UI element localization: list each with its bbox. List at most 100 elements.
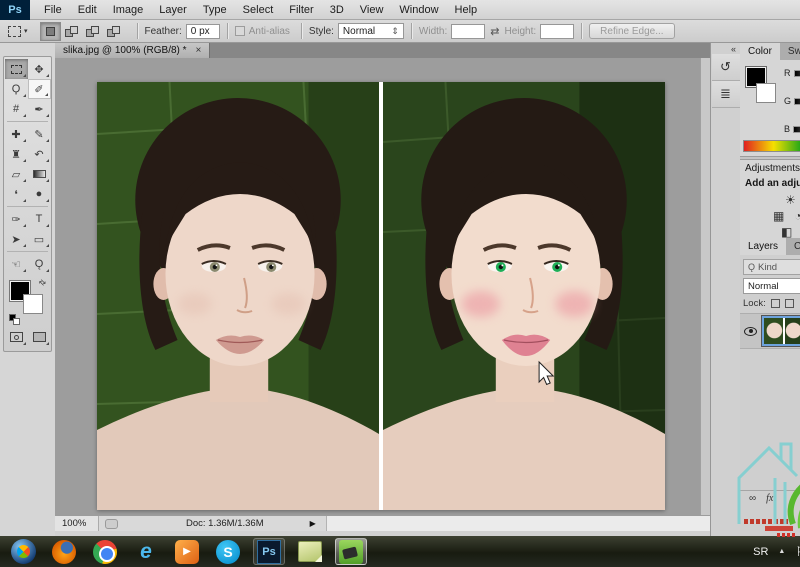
- default-colors-icon[interactable]: [9, 314, 20, 325]
- link-layers-icon[interactable]: ∞: [749, 493, 756, 504]
- tab-swatches[interactable]: Swatches: [780, 43, 800, 60]
- quick-mask-button[interactable]: [5, 327, 28, 347]
- tool-quick-selection[interactable]: ✐: [28, 79, 51, 99]
- zoom-level-field[interactable]: 100%: [55, 516, 99, 531]
- status-menu-arrow-icon[interactable]: ▶: [310, 519, 316, 528]
- tool-move[interactable]: ✥: [28, 59, 51, 79]
- lock-position-icon[interactable]: [785, 299, 794, 308]
- tool-gradient[interactable]: [28, 164, 51, 184]
- tool-blur[interactable]: ❛: [5, 184, 28, 204]
- history-panel-button[interactable]: ↺: [712, 54, 740, 81]
- tool-eraser[interactable]: ▱: [5, 164, 28, 184]
- menu-filter[interactable]: Filter: [281, 0, 321, 19]
- canvas-scrollbar[interactable]: [700, 58, 710, 515]
- menu-select[interactable]: Select: [235, 0, 282, 19]
- show-hidden-icons-arrow[interactable]: ▲: [778, 548, 785, 555]
- portrait-before[interactable]: [97, 82, 379, 510]
- layer-style-fx-icon[interactable]: fx: [766, 493, 773, 504]
- language-indicator[interactable]: SR: [753, 546, 768, 558]
- feather-input[interactable]: 0 px: [186, 24, 220, 39]
- taskbar-media-player[interactable]: ▶: [171, 538, 203, 565]
- taskbar-photoshop[interactable]: Ps: [253, 538, 285, 565]
- tool-clone-stamp[interactable]: ♜: [5, 144, 28, 164]
- menu-image[interactable]: Image: [105, 0, 152, 19]
- portrait-after[interactable]: [383, 82, 665, 510]
- document-image[interactable]: [97, 82, 665, 510]
- tool-zoom[interactable]: Ǫ: [28, 254, 51, 274]
- tool-type[interactable]: T: [28, 209, 51, 229]
- antialias-checkbox[interactable]: [235, 26, 245, 36]
- layer-thumbnail[interactable]: [762, 316, 800, 346]
- menu-layer[interactable]: Layer: [151, 0, 195, 19]
- tab-layers[interactable]: Layers: [740, 238, 786, 255]
- menu-view[interactable]: View: [352, 0, 392, 19]
- new-selection-button[interactable]: [40, 22, 61, 41]
- intersect-selection-button[interactable]: [103, 22, 124, 41]
- type-icon: T: [36, 213, 43, 225]
- menu-3d[interactable]: 3D: [322, 0, 352, 19]
- lock-transparency-icon[interactable]: [771, 299, 780, 308]
- canvas-area[interactable]: [55, 58, 710, 515]
- menu-file[interactable]: File: [36, 0, 70, 19]
- layer-row-background[interactable]: [740, 313, 800, 349]
- tool-rectangular-marquee[interactable]: [5, 59, 28, 79]
- properties-panel-button[interactable]: ≣: [712, 81, 740, 108]
- tool-rectangle-shape[interactable]: ▭: [28, 229, 51, 249]
- collapse-dock-icon[interactable]: «: [711, 43, 740, 54]
- taskbar-internet-explorer[interactable]: e: [130, 538, 162, 565]
- tab-color[interactable]: Color: [740, 43, 780, 60]
- layer-visibility-eye-icon[interactable]: [744, 327, 757, 336]
- blue-slider[interactable]: [793, 126, 800, 133]
- link-dimensions-icon[interactable]: ⇄: [490, 25, 499, 38]
- menu-type[interactable]: Type: [195, 0, 235, 19]
- taskbar-skype[interactable]: S: [212, 538, 244, 565]
- tool-path-selection[interactable]: ➤: [5, 229, 28, 249]
- height-input[interactable]: [540, 24, 574, 39]
- style-select[interactable]: Normal ⇕: [338, 23, 404, 39]
- swap-colors-icon[interactable]: ⇄: [37, 277, 48, 288]
- tools-panel: ✥ Ϙ ✐ # ✒ ✚ ✎ ♜ ↶ ▱: [0, 43, 55, 536]
- red-slider-row: R: [784, 68, 800, 78]
- levels-icon[interactable]: ▦: [773, 208, 784, 224]
- menu-window[interactable]: Window: [391, 0, 446, 19]
- red-slider[interactable]: [794, 70, 800, 77]
- tool-brush[interactable]: ✎: [28, 124, 51, 144]
- color-spectrum-ramp[interactable]: [743, 140, 800, 152]
- tool-history-brush[interactable]: ↶: [28, 144, 51, 164]
- screen-mode-button[interactable]: [28, 327, 51, 347]
- width-input[interactable]: [451, 24, 485, 39]
- tool-preset-picker[interactable]: ▾: [8, 26, 28, 37]
- curves-icon[interactable]: ◔: [794, 208, 800, 224]
- windows-taskbar: e ▶ S Ps SR ▲ ⚐: [0, 536, 800, 567]
- lasso-icon: Ϙ: [12, 83, 21, 95]
- taskbar-capture-app[interactable]: [335, 538, 367, 565]
- green-slider[interactable]: [794, 98, 800, 105]
- subtract-selection-button[interactable]: [82, 22, 103, 41]
- document-tab[interactable]: slika.jpg @ 100% (RGB/8) * ×: [55, 43, 210, 58]
- background-color-swatch[interactable]: [23, 294, 43, 314]
- refine-edge-button[interactable]: Refine Edge...: [589, 23, 674, 39]
- tab-channels[interactable]: Channels: [786, 238, 800, 255]
- taskbar-firefox[interactable]: [48, 538, 80, 565]
- tool-dodge[interactable]: ●: [28, 184, 51, 204]
- brightness-contrast-icon[interactable]: ☀: [785, 192, 796, 208]
- menu-help[interactable]: Help: [447, 0, 486, 19]
- tool-hand[interactable]: ☜: [5, 254, 28, 274]
- tool-pen[interactable]: ✑: [5, 209, 28, 229]
- start-button[interactable]: [7, 538, 39, 565]
- tool-crop[interactable]: #: [5, 99, 28, 119]
- exposure-icon[interactable]: ◧: [781, 224, 792, 238]
- background-color-swatch[interactable]: [756, 83, 776, 103]
- menu-edit[interactable]: Edit: [70, 0, 105, 19]
- tool-lasso[interactable]: Ϙ: [5, 79, 28, 99]
- tool-spot-healing-brush[interactable]: ✚: [5, 124, 28, 144]
- action-center-flag-icon[interactable]: ⚐: [795, 544, 800, 560]
- tool-eyedropper[interactable]: ✒: [28, 99, 51, 119]
- taskbar-notes[interactable]: [294, 538, 326, 565]
- layer-filter-row[interactable]: Ǫ Kind: [743, 259, 800, 275]
- add-selection-button[interactable]: [61, 22, 82, 41]
- path-selection-icon: ➤: [11, 233, 20, 246]
- close-icon[interactable]: ×: [196, 46, 202, 56]
- taskbar-chrome[interactable]: [89, 538, 121, 565]
- blend-mode-select[interactable]: Normal: [743, 278, 800, 294]
